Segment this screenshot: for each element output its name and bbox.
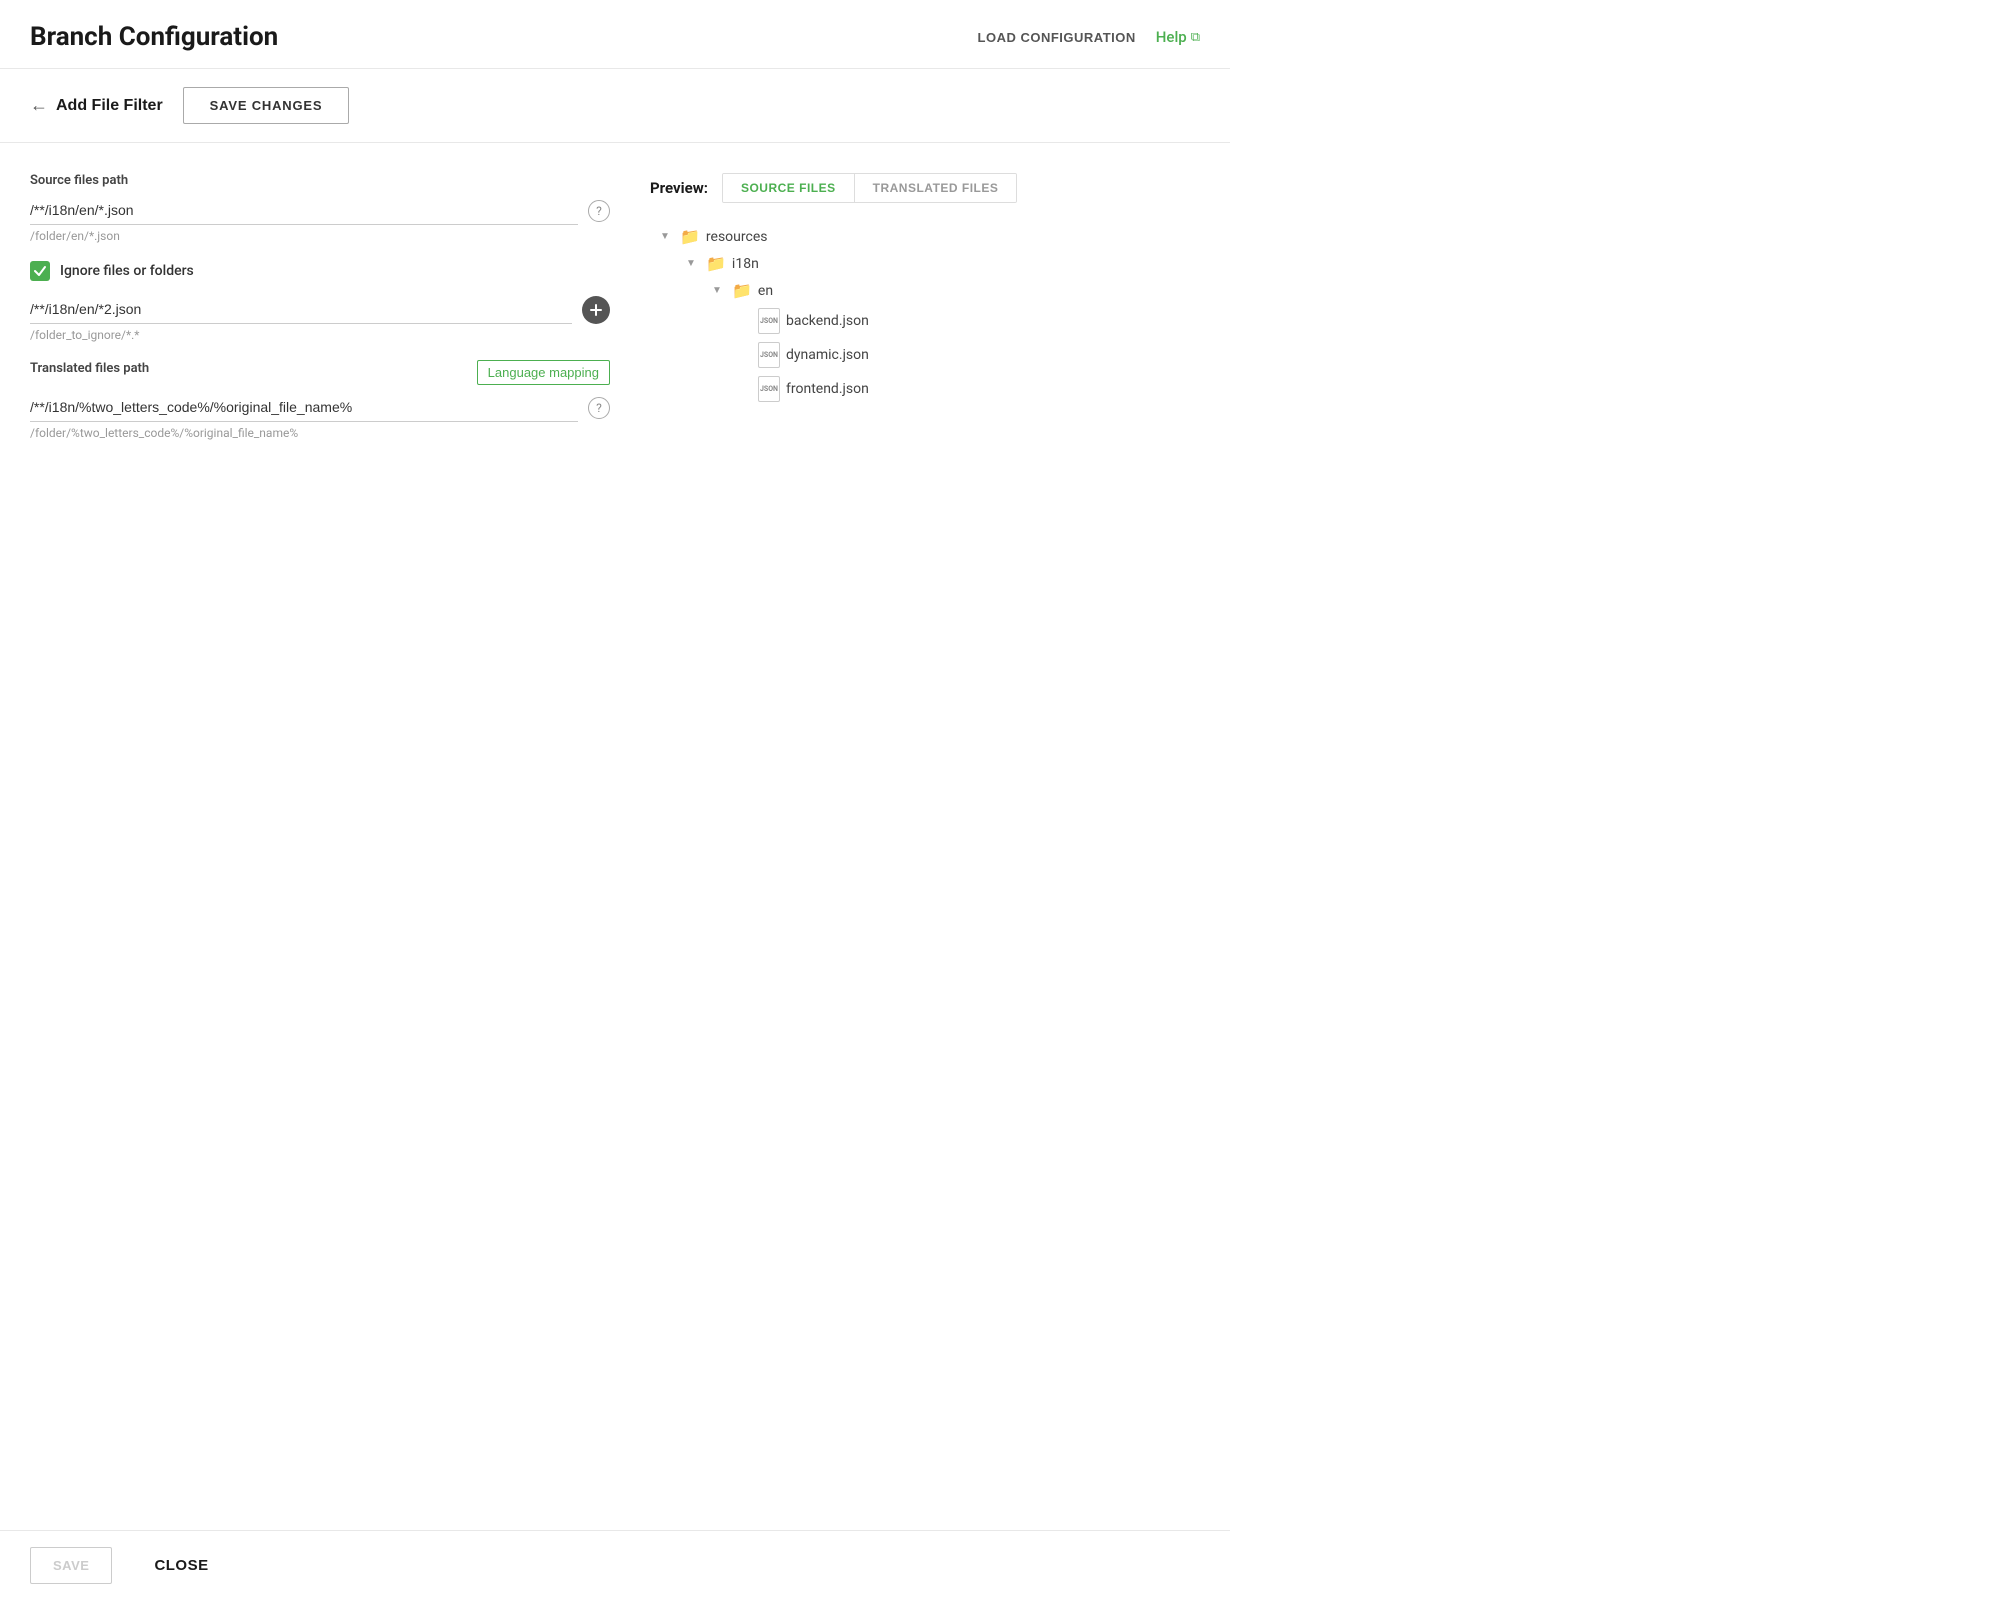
tree-item-resources: ▼ 📁 resources bbox=[660, 223, 1200, 250]
toggle-resources-icon[interactable]: ▼ bbox=[660, 231, 674, 242]
ignore-hint: /folder_to_ignore/*.* bbox=[30, 328, 610, 342]
add-ignore-button[interactable] bbox=[582, 296, 610, 324]
folder-i18n-label: i18n bbox=[732, 256, 759, 272]
translated-input-row: ? bbox=[30, 393, 610, 422]
save-button: SAVE bbox=[30, 1547, 112, 1584]
save-changes-button[interactable]: SAVE CHANGES bbox=[183, 87, 350, 124]
translated-files-label: Translated files path bbox=[30, 361, 149, 376]
checkmark-icon bbox=[34, 265, 46, 277]
back-arrow-icon: ← bbox=[30, 95, 48, 116]
bottom-bar: SAVE CLOSE bbox=[0, 1530, 1230, 1600]
toggle-i18n-icon[interactable]: ▼ bbox=[686, 258, 700, 269]
tab-group: SOURCE FILES TRANSLATED FILES bbox=[722, 173, 1017, 203]
close-button[interactable]: CLOSE bbox=[132, 1547, 230, 1584]
file-icon-dynamic: JSON bbox=[758, 342, 780, 368]
help-link[interactable]: Help ⧉ bbox=[1156, 28, 1200, 46]
main-content: Source files path ? /folder/en/*.json Ig… bbox=[0, 143, 1230, 488]
file-icon-frontend: JSON bbox=[758, 376, 780, 402]
tree-item-dynamic-json: JSON dynamic.json bbox=[738, 338, 1200, 372]
source-files-label: Source files path bbox=[30, 173, 610, 188]
file-backend-label: backend.json bbox=[786, 313, 869, 329]
tree-children-resources: ▼ 📁 i18n ▼ 📁 en JSON bbox=[660, 250, 1200, 406]
ignore-input-row bbox=[30, 295, 610, 324]
translated-files-hint: /folder/%two_letters_code%/%original_fil… bbox=[30, 426, 610, 440]
ignore-checkbox-row: Ignore files or folders bbox=[30, 261, 610, 281]
folder-resources-icon: 📁 bbox=[680, 227, 700, 246]
ignore-pattern-input[interactable] bbox=[30, 295, 572, 324]
top-header: Branch Configuration LOAD CONFIGURATION … bbox=[0, 0, 1230, 69]
ignore-label: Ignore files or folders bbox=[60, 263, 194, 279]
tree-item-en: ▼ 📁 en bbox=[712, 277, 1200, 304]
preview-label: Preview: bbox=[650, 179, 708, 197]
help-label: Help bbox=[1156, 28, 1187, 46]
ignore-checkbox[interactable] bbox=[30, 261, 50, 281]
tree-item-backend-json: JSON backend.json bbox=[738, 304, 1200, 338]
folder-en-icon: 📁 bbox=[732, 281, 752, 300]
left-panel: Source files path ? /folder/en/*.json Ig… bbox=[30, 173, 610, 458]
folder-en-label: en bbox=[758, 283, 773, 299]
source-files-input-row: ? bbox=[30, 196, 610, 225]
source-files-input[interactable] bbox=[30, 196, 578, 225]
section-title: Add File Filter bbox=[56, 97, 163, 115]
tab-source-files[interactable]: SOURCE FILES bbox=[723, 174, 855, 202]
source-files-hint: /folder/en/*.json bbox=[30, 229, 610, 243]
plus-icon bbox=[589, 303, 603, 317]
tree-item-i18n: ▼ 📁 i18n bbox=[686, 250, 1200, 277]
preview-header: Preview: SOURCE FILES TRANSLATED FILES bbox=[650, 173, 1200, 203]
translated-files-input[interactable] bbox=[30, 393, 578, 422]
tree-children-en: JSON backend.json JSON dynamic.json bbox=[712, 304, 1200, 406]
folder-resources-label: resources bbox=[706, 229, 768, 245]
external-link-icon: ⧉ bbox=[1191, 30, 1200, 45]
header-actions: LOAD CONFIGURATION Help ⧉ bbox=[978, 28, 1200, 46]
translated-files-help-icon[interactable]: ? bbox=[588, 397, 610, 419]
language-mapping-button[interactable]: Language mapping bbox=[477, 360, 610, 385]
file-frontend-label: frontend.json bbox=[786, 381, 869, 397]
back-button[interactable]: ← Add File Filter bbox=[30, 95, 163, 116]
tree-item-frontend-json: JSON frontend.json bbox=[738, 372, 1200, 406]
translated-path-header: Translated files path Language mapping bbox=[30, 360, 610, 385]
right-panel: Preview: SOURCE FILES TRANSLATED FILES ▼… bbox=[650, 173, 1200, 458]
file-icon-backend: JSON bbox=[758, 308, 780, 334]
sub-header: ← Add File Filter SAVE CHANGES bbox=[0, 69, 1230, 143]
load-config-button[interactable]: LOAD CONFIGURATION bbox=[978, 30, 1136, 45]
folder-i18n-icon: 📁 bbox=[706, 254, 726, 273]
file-tree: ▼ 📁 resources ▼ 📁 i18n ▼ 📁 en bbox=[650, 223, 1200, 406]
tree-children-i18n: ▼ 📁 en JSON backend.json bbox=[686, 277, 1200, 406]
page-title: Branch Configuration bbox=[30, 22, 278, 52]
source-files-help-icon[interactable]: ? bbox=[588, 200, 610, 222]
file-dynamic-label: dynamic.json bbox=[786, 347, 869, 363]
toggle-en-icon[interactable]: ▼ bbox=[712, 285, 726, 296]
tab-translated-files[interactable]: TRANSLATED FILES bbox=[855, 174, 1017, 202]
